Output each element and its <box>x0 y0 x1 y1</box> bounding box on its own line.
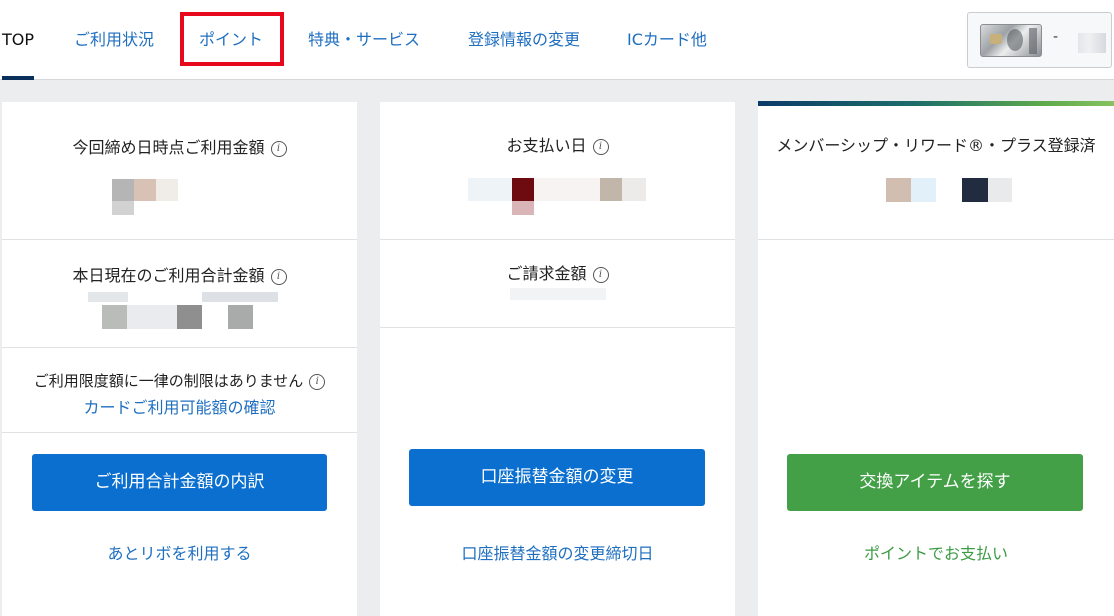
masked-billing-amount <box>510 288 606 300</box>
card-selector-dash: - <box>1053 29 1059 45</box>
rewards-column: メンバーシップ・リワード®・プラス登録済 交換アイテムを探す ポイントでお支払い <box>758 102 1114 616</box>
usage-breakdown-button[interactable]: ご利用合計金額の内訳 <box>32 454 327 511</box>
limit-notice-text: ご利用限度額に一律の制限はありません <box>33 372 304 390</box>
pay-with-points-link[interactable]: ポイントでお支払い <box>758 540 1114 564</box>
info-icon[interactable]: i <box>592 266 609 283</box>
billing-amount-label: ご請求金額 <box>506 264 587 283</box>
payment-date-label: お支払い日 <box>506 136 587 155</box>
info-icon[interactable]: i <box>270 140 287 157</box>
limit-notice: ご利用限度額に一律の制限はありません i <box>2 370 357 391</box>
tab-registration-change[interactable]: 登録情報の変更 <box>468 0 580 80</box>
tab-top[interactable]: TOP <box>2 0 34 80</box>
closing-amount-heading: 今回締め日時点ご利用金額 i <box>2 134 357 158</box>
masked-card-number <box>1078 33 1106 53</box>
payment-column: お支払い日 i ご請求金額 i 口座振替金額の変更 口座振替金額の変更締切日 <box>380 102 735 616</box>
rewards-accent-bar <box>758 101 1114 106</box>
tab-benefits-services[interactable]: 特典・サービス <box>308 0 420 80</box>
info-icon[interactable]: i <box>270 268 287 285</box>
points-tab-highlight-box <box>180 12 284 66</box>
today-total-label: 本日現在のご利用合計金額 <box>72 266 265 285</box>
top-navigation: TOP ご利用状況 ポイント 特典・サービス 登録情報の変更 ICカード他 - <box>0 0 1114 80</box>
info-icon[interactable]: i <box>592 138 609 155</box>
change-deadline-link[interactable]: 口座振替金額の変更締切日 <box>380 540 735 564</box>
check-available-amount-link[interactable]: カードご利用可能額の確認 <box>2 394 357 418</box>
payment-date-heading: お支払い日 i <box>380 132 735 156</box>
card-thumbnail <box>980 24 1042 57</box>
change-transfer-amount-button[interactable]: 口座振替金額の変更 <box>409 449 705 506</box>
tab-ic-card-other[interactable]: ICカード他 <box>627 0 707 80</box>
revolving-link[interactable]: あとリボを利用する <box>2 540 357 564</box>
card-selector[interactable]: - <box>967 12 1112 68</box>
info-icon[interactable]: i <box>309 373 326 390</box>
billing-amount-heading: ご請求金額 i <box>380 260 735 284</box>
tab-usage-status[interactable]: ご利用状況 <box>74 0 154 80</box>
exchange-items-button[interactable]: 交換アイテムを探す <box>787 454 1083 511</box>
today-total-heading: 本日現在のご利用合計金額 i <box>2 262 357 286</box>
usage-column: 今回締め日時点ご利用金額 i 本日現在のご利用合計金額 i ご利用限度額に一律の制限… <box>2 102 357 616</box>
active-tab-indicator <box>2 76 34 80</box>
closing-amount-label: 今回締め日時点ご利用金額 <box>72 138 265 157</box>
membership-rewards-status: メンバーシップ・リワード®・プラス登録済 <box>776 136 1096 155</box>
